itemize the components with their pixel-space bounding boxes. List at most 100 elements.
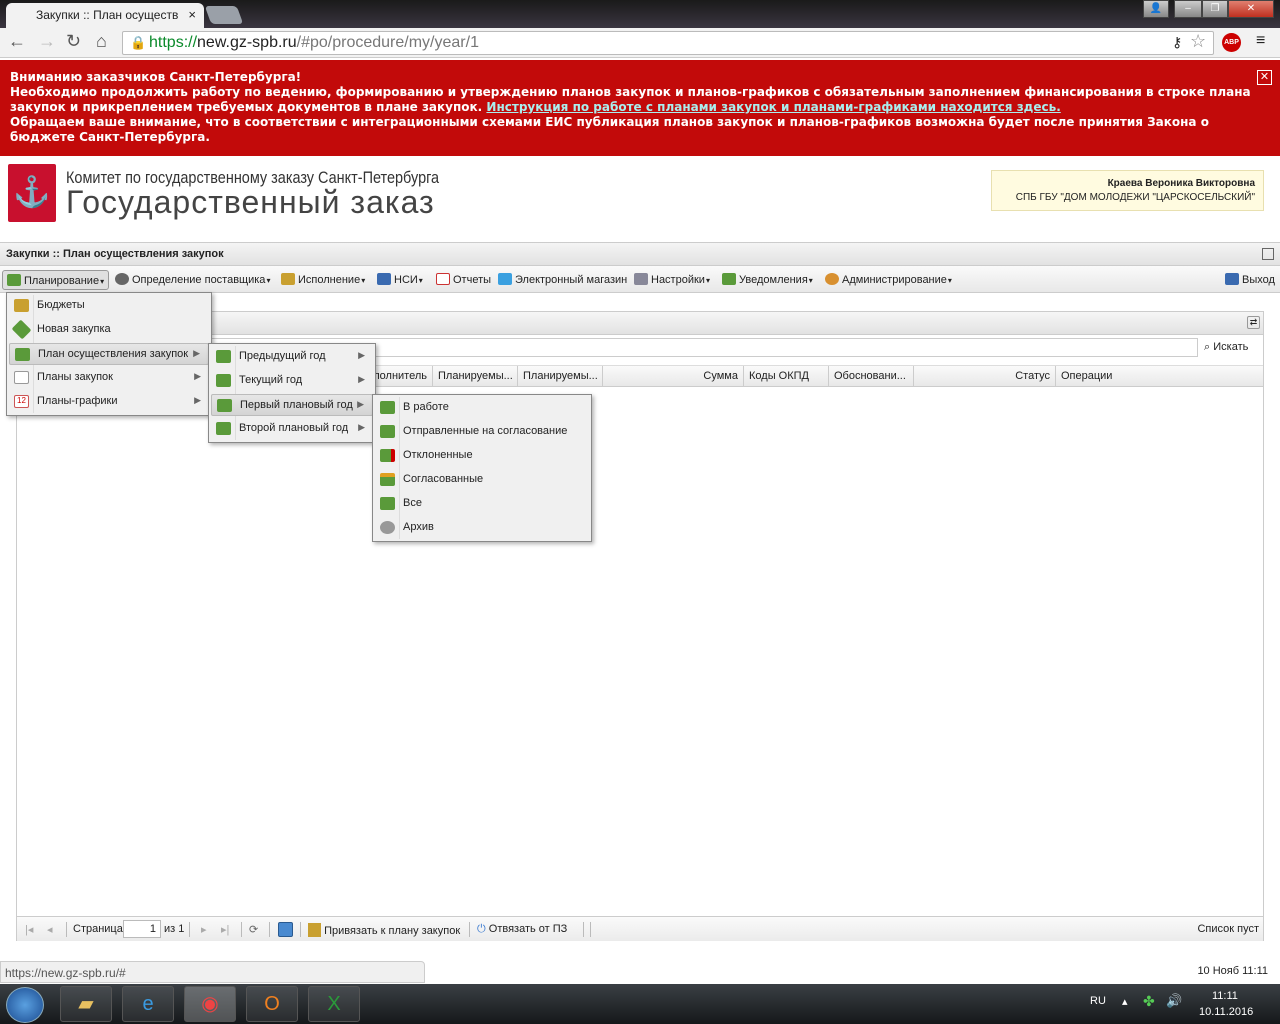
home-icon[interactable]: ⌂ bbox=[96, 31, 107, 52]
menu-label: Уведомления bbox=[739, 274, 808, 286]
menu-item-purchase-plans[interactable]: Планы закупок ▶ bbox=[9, 367, 209, 389]
pager-toolbar: |◂ ◂ Страница 1 из 1 ▸ ▸| ⟳ Привязать к … bbox=[17, 916, 1263, 941]
menu-item-current-year[interactable]: Текущий год ▶ bbox=[211, 370, 373, 392]
back-icon[interactable]: ← bbox=[8, 31, 26, 52]
clock-date[interactable]: 10.11.2016 bbox=[1199, 1006, 1253, 1018]
prev-page-icon[interactable]: ◂ bbox=[47, 923, 53, 936]
empty-list-text: Список пуст bbox=[1197, 923, 1259, 935]
menu-execution[interactable]: Исполнение▾ bbox=[277, 270, 369, 290]
menu-item-sent-for-approval[interactable]: Отправленные на согласование bbox=[375, 421, 589, 443]
column-header[interactable]: Коды ОКПД bbox=[744, 366, 829, 387]
reload-icon[interactable]: ↻ bbox=[66, 31, 81, 52]
menu-item-first-plan-year[interactable]: Первый плановый год ▶ bbox=[211, 394, 373, 416]
browser-tab[interactable]: Закупки :: План осуществ × bbox=[6, 3, 204, 28]
logout-label: Выход bbox=[1242, 274, 1275, 286]
menu-item-rejected[interactable]: Отклоненные bbox=[375, 445, 589, 467]
unbind-icon: ⏻ bbox=[477, 923, 486, 935]
instruction-link[interactable]: Инструкция по работе с планами закупок и… bbox=[486, 100, 1060, 114]
menu-item-new-purchase[interactable]: Новая закупка bbox=[9, 319, 209, 341]
menu-item-budgets[interactable]: Бюджеты bbox=[9, 295, 209, 317]
tab-title: Закупки :: План осуществ bbox=[36, 8, 179, 22]
tag-icon bbox=[11, 319, 32, 340]
collapse-panel-button[interactable] bbox=[1262, 248, 1274, 260]
user-icon[interactable]: 👤 bbox=[1143, 0, 1169, 18]
column-header[interactable]: Планируемы... bbox=[518, 366, 603, 387]
bookmark-star-icon[interactable]: ☆ bbox=[1190, 31, 1206, 52]
next-page-icon[interactable]: ▸ bbox=[201, 923, 207, 936]
document-icon bbox=[14, 371, 29, 384]
column-header[interactable]: Сумма bbox=[603, 366, 744, 387]
archive-gear-icon bbox=[380, 521, 395, 534]
menu-item-approved[interactable]: Согласованные bbox=[375, 469, 589, 491]
menu-supplier[interactable]: Определение поставщика▾ bbox=[111, 270, 274, 290]
address-bar[interactable]: 🔒 https://new.gz-spb.ru/#po/procedure/my/… bbox=[122, 31, 1214, 55]
main-menubar: Планирование▾ Определение поставщика▾ Ис… bbox=[0, 266, 1280, 293]
menu-item-all[interactable]: Все bbox=[375, 493, 589, 515]
first-page-icon[interactable]: |◂ bbox=[25, 923, 33, 936]
menu-notifications[interactable]: Уведомления▾ bbox=[718, 270, 817, 290]
column-header[interactable]: Обосновани... bbox=[829, 366, 914, 387]
maximize-button[interactable]: ❐ bbox=[1202, 0, 1228, 18]
refresh-icon[interactable]: ⇄ bbox=[1247, 316, 1260, 329]
menu-item-label: Второй плановый год bbox=[239, 422, 349, 434]
key-icon[interactable]: ⚷ bbox=[1172, 34, 1182, 51]
tray-arrow-icon[interactable]: ▴ bbox=[1122, 995, 1128, 1008]
chrome-icon[interactable]: ◉ bbox=[184, 986, 236, 1022]
menu-item-label: Отправленные на согласование bbox=[403, 425, 568, 437]
explorer-icon[interactable]: ▰ bbox=[60, 986, 112, 1022]
tray-app-icon[interactable]: ✤ bbox=[1143, 993, 1155, 1010]
language-indicator[interactable]: RU bbox=[1090, 995, 1106, 1007]
planning-icon bbox=[7, 274, 21, 286]
close-banner-icon[interactable]: ✕ bbox=[1257, 70, 1272, 85]
search-button[interactable]: ⌕ Искать bbox=[1204, 341, 1248, 354]
notice-banner: Вниманию заказчиков Санкт-Петербурга! Не… bbox=[0, 60, 1280, 156]
volume-icon[interactable]: 🔊 bbox=[1166, 993, 1182, 1009]
close-tab-icon[interactable]: × bbox=[188, 7, 196, 22]
menu-item-label: Отклоненные bbox=[403, 449, 473, 461]
site-title: Государственный заказ bbox=[66, 184, 435, 220]
page-number-input[interactable]: 1 bbox=[123, 920, 161, 938]
close-window-button[interactable]: ✕ bbox=[1228, 0, 1274, 18]
outlook-icon[interactable]: O bbox=[246, 986, 298, 1022]
menu-admin[interactable]: Администрирование▾ bbox=[821, 270, 956, 290]
save-icon[interactable] bbox=[278, 922, 293, 937]
column-header[interactable]: Операции bbox=[1056, 366, 1263, 387]
bind-to-plan-button[interactable]: Привязать к плану закупок bbox=[308, 923, 460, 937]
menu-reports[interactable]: Отчеты bbox=[432, 270, 495, 290]
last-page-icon[interactable]: ▸| bbox=[221, 923, 229, 936]
minimize-button[interactable]: – bbox=[1174, 0, 1202, 18]
menu-item-in-work[interactable]: В работе bbox=[375, 397, 589, 419]
column-header[interactable]: Планируемы... bbox=[433, 366, 518, 387]
menu-item-label: Новая закупка bbox=[37, 323, 111, 335]
menu-item-procurement-plan[interactable]: План осуществления закупок ▶ bbox=[9, 343, 209, 365]
chrome-menu-icon[interactable]: ≡ bbox=[1256, 32, 1265, 50]
column-header[interactable]: Статус bbox=[914, 366, 1056, 387]
scroll-icon bbox=[308, 923, 321, 937]
excel-icon[interactable]: X bbox=[308, 986, 360, 1022]
search-label: Искать bbox=[1213, 341, 1249, 353]
clock-time[interactable]: 11:11 bbox=[1212, 990, 1238, 1002]
menu-nsi[interactable]: НСИ▾ bbox=[373, 270, 427, 290]
menu-settings[interactable]: Настройки▾ bbox=[630, 270, 714, 290]
menu-planning[interactable]: Планирование▾ bbox=[2, 270, 110, 290]
forward-icon[interactable]: → bbox=[38, 31, 56, 52]
tag-add-icon bbox=[380, 401, 395, 414]
adblock-icon[interactable]: ABP bbox=[1222, 33, 1241, 52]
menu-item-label: В работе bbox=[403, 401, 449, 413]
new-tab-button[interactable] bbox=[204, 6, 244, 24]
ie-icon[interactable]: e bbox=[122, 986, 174, 1022]
reload-icon[interactable]: ⟳ bbox=[249, 923, 258, 936]
menu-eshop[interactable]: Электронный магазин bbox=[494, 270, 631, 290]
menu-item-previous-year[interactable]: Предыдущий год ▶ bbox=[211, 346, 373, 368]
page-title: Закупки :: План осуществления закупок bbox=[6, 248, 224, 260]
start-button[interactable] bbox=[6, 987, 44, 1023]
unbind-button[interactable]: ⏻ Отвязать от ПЗ bbox=[477, 923, 567, 936]
menu-item-archive[interactable]: Архив bbox=[375, 517, 589, 539]
user-name: Краева Вероника Викторовна bbox=[1107, 178, 1255, 189]
book-icon bbox=[377, 273, 391, 285]
logout-button[interactable]: Выход bbox=[1221, 270, 1279, 290]
planning-menu: Бюджеты Новая закупка План осуществления… bbox=[6, 292, 212, 416]
menu-item-second-plan-year[interactable]: Второй плановый год ▶ bbox=[211, 418, 373, 440]
menu-label: Планирование bbox=[24, 275, 100, 287]
menu-item-schedules[interactable]: 12 Планы-графики ▶ bbox=[9, 391, 209, 413]
